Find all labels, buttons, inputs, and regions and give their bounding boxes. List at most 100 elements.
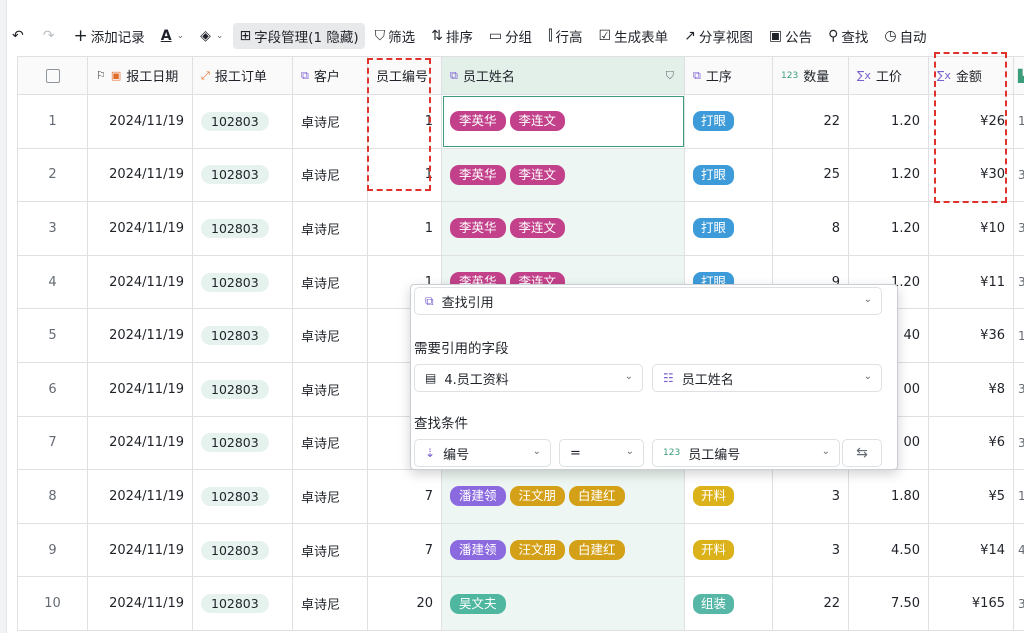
cell-qty[interactable]: 8 [773,202,849,255]
cell-customer[interactable]: 卓诗尼 [293,577,368,630]
cell-qty[interactable]: 25 [773,148,849,202]
cell-emp-no[interactable]: 20 [368,577,442,630]
order-tag[interactable]: 102803 [201,486,269,506]
cell-order[interactable]: 102803 [193,416,293,470]
cell-price[interactable]: 1.20 [849,148,929,202]
cell-qty[interactable]: 22 [773,95,849,148]
cell-customer[interactable]: 卓诗尼 [293,416,368,470]
automation-button[interactable]: ◷ 自动 [878,23,932,49]
table-row[interactable]: 82024/11/19102803卓诗尼7潘建领汪文朋白建红开料31.80¥51 [18,470,1024,524]
column-header-overflow[interactable]: ▙ [1014,57,1024,94]
cell-qty[interactable]: 22 [773,577,849,630]
cell-process[interactable]: 开料 [685,470,773,523]
cell-process[interactable]: 打眼 [685,202,773,255]
condition-operator-select[interactable]: = ⌄ [559,439,644,467]
sort-button[interactable]: ⇅ 排序 [425,23,479,49]
cell-order[interactable]: 102803 [193,309,293,362]
table-row[interactable]: 32024/11/19102803卓诗尼1李英华李连文打眼81.20¥103 [18,202,1024,256]
cell-overflow[interactable]: 3 [1014,417,1024,470]
swap-button[interactable]: ⇆ [842,439,882,467]
cell-overflow[interactable]: 1 [1014,95,1024,148]
cell-emp-name[interactable]: 李英华 李连文 [442,202,685,255]
cell-order[interactable]: 102803 [193,362,293,416]
add-record-button[interactable]: + 添加记录 [67,23,150,49]
cell-date[interactable]: 2024/11/19 [88,577,193,630]
cell-amount[interactable]: ¥14 [929,523,1014,577]
cell-emp-name[interactable]: 李英华 李连文 [442,95,685,148]
cell-customer[interactable]: 卓诗尼 [293,95,368,148]
share-view-button[interactable]: ↗ 分享视图 [678,23,759,49]
cell-order[interactable]: 102803 [193,202,293,255]
cell-price[interactable]: 1.80 [849,470,929,523]
column-header-emp-name[interactable]: ⧉ 员工姓名 ⛉ [442,57,685,94]
cell-emp-name[interactable]: 潘建领 汪文朋 白建红 [442,523,685,577]
cell-customer[interactable]: 卓诗尼 [293,470,368,523]
condition-value-select[interactable]: 123 员工编号 ⌄ [652,439,840,467]
cell-amount[interactable]: ¥10 [929,202,1014,255]
cell-customer[interactable]: 卓诗尼 [293,202,368,255]
order-tag[interactable]: 102803 [201,111,269,131]
order-tag[interactable]: 102803 [201,218,269,238]
order-tag[interactable]: 102803 [201,540,269,560]
cell-amount[interactable]: ¥11 [929,255,1014,309]
cell-order[interactable]: 102803 [193,255,293,309]
order-tag[interactable]: 102803 [201,379,269,399]
column-header-order[interactable]: ⤢ 报工订单 [193,57,293,94]
cell-date[interactable]: 2024/11/19 [88,470,193,523]
text-color-button[interactable]: A ⌄ [155,23,190,49]
cell-order[interactable]: 102803 [193,148,293,202]
cell-price[interactable]: 1.20 [849,202,929,255]
filter-button[interactable]: ⛉ 筛选 [369,23,422,49]
cell-emp-name[interactable]: 吴文夫 [442,577,685,630]
find-button[interactable]: ⚲ 查找 [822,23,874,49]
field-type-select[interactable]: ⧉ 查找引用 ⌄ [414,287,882,315]
cell-overflow[interactable]: 1 [1014,470,1024,523]
generate-form-button[interactable]: ☑ 生成表单 [593,23,675,49]
order-tag[interactable]: 102803 [201,165,269,185]
cell-qty[interactable]: 3 [773,523,849,577]
redo-button[interactable]: ↷ [37,23,64,49]
cell-price[interactable]: 1.20 [849,95,929,148]
cell-date[interactable]: 2024/11/19 [88,148,193,202]
cell-amount[interactable]: ¥165 [929,577,1014,630]
cell-amount[interactable]: ¥36 [929,309,1014,362]
cell-emp-no[interactable]: 1 [368,202,442,255]
cell-order[interactable]: 102803 [193,95,293,148]
cell-process[interactable]: 开料 [685,523,773,577]
cell-amount[interactable]: ¥8 [929,362,1014,416]
cell-emp-name[interactable]: 李英华 李连文 [442,148,685,202]
cell-price[interactable]: 4.50 [849,523,929,577]
cell-amount[interactable]: ¥5 [929,470,1014,523]
table-row[interactable]: 102024/11/19 102803 卓诗尼20 吴文夫 组装 227.50¥165 3 [18,577,1024,631]
column-header-qty[interactable]: 123 数量 [773,57,849,94]
condition-field-select[interactable]: ⇣ 编号 ⌄ [414,439,551,467]
fill-color-button[interactable]: ◈ ⌄ [194,23,229,49]
cell-overflow[interactable]: 4 [1014,524,1024,577]
row-height-button[interactable]: ⫿ 行高 [542,23,588,49]
cell-customer[interactable]: 卓诗尼 [293,362,368,416]
cell-customer[interactable]: 卓诗尼 [293,255,368,309]
cell-process[interactable]: 组装 [685,577,773,630]
select-all-cell[interactable] [18,57,88,94]
cell-customer[interactable]: 卓诗尼 [293,309,368,362]
field-manage-button[interactable]: ⊞ 字段管理(1 隐藏) [233,23,365,49]
cell-emp-no[interactable]: 7 [368,470,442,523]
cell-overflow[interactable]: 3 [1014,363,1024,416]
cell-order[interactable]: 102803 [193,523,293,577]
cell-date[interactable]: 2024/11/19 [88,255,193,309]
column-header-customer[interactable]: ⧉ 客户 [293,57,368,94]
select-all-checkbox[interactable] [45,68,60,83]
cell-process[interactable]: 打眼 [685,95,773,148]
order-tag[interactable]: 102803 [201,326,269,346]
group-button[interactable]: ▭ 分组 [483,23,538,49]
filter-icon[interactable]: ⛉ [666,69,674,83]
cell-customer[interactable]: 卓诗尼 [293,148,368,202]
order-tag[interactable]: 102803 [201,433,269,453]
cell-date[interactable]: 2024/11/19 [88,95,193,148]
cell-qty[interactable]: 3 [773,470,849,523]
cell-date[interactable]: 2024/11/19 [88,523,193,577]
cell-order[interactable]: 102803 [193,470,293,523]
notice-button[interactable]: ▣ 公告 [763,23,818,49]
cell-date[interactable]: 2024/11/19 [88,416,193,470]
cell-date[interactable]: 2024/11/19 [88,362,193,416]
